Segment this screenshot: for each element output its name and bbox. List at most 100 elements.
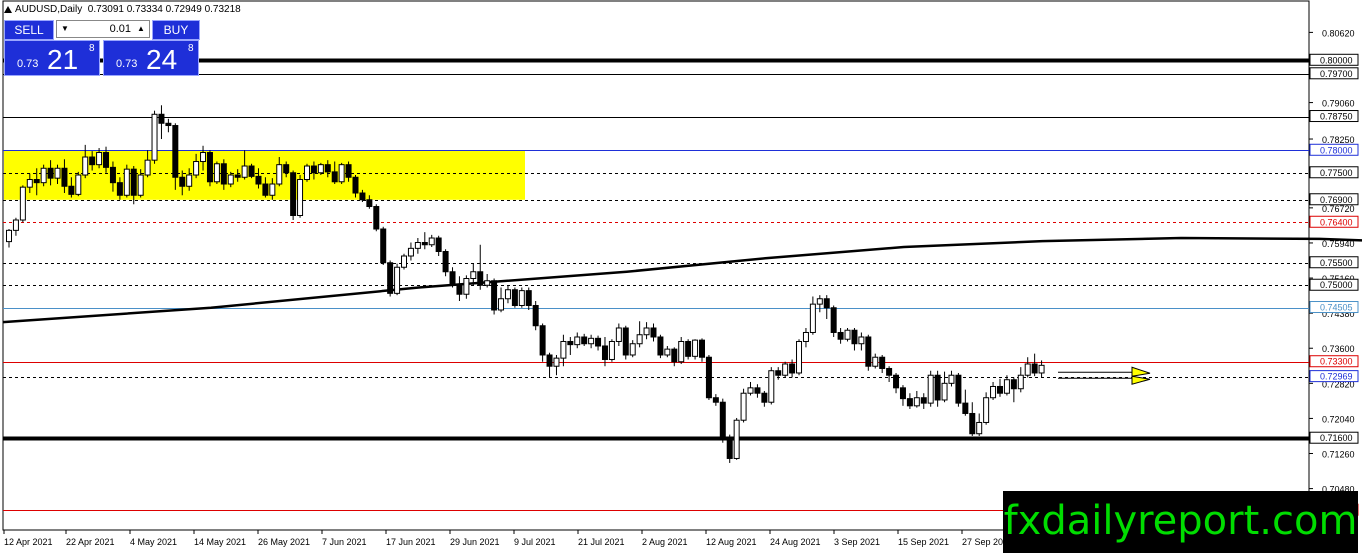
candle-body: [1031, 363, 1038, 374]
candle-body: [227, 174, 234, 185]
candle-body: [234, 174, 241, 178]
sell-button[interactable]: SELL: [4, 20, 54, 40]
candle-body: [996, 385, 1003, 394]
candle-body: [595, 337, 602, 347]
candle-body: [858, 336, 865, 345]
candle-body: [726, 437, 733, 459]
candle-body: [699, 339, 705, 358]
candle-body: [47, 167, 54, 179]
candle-body: [491, 280, 498, 311]
x-tick-label: 24 Aug 2021: [770, 537, 821, 547]
x-tick-label: 2 Aug 2021: [642, 537, 688, 547]
candle-body: [283, 164, 290, 174]
candle-body: [407, 247, 414, 257]
candle-body: [747, 387, 754, 394]
candle-body: [761, 392, 768, 403]
candle-body: [608, 340, 615, 360]
candle-body: [1003, 379, 1010, 394]
candle-body: [643, 327, 650, 336]
level-label: 0.78000: [1320, 145, 1353, 155]
sell-price-fraction: 8: [89, 43, 95, 54]
candle-body: [719, 401, 726, 439]
candle-body: [103, 152, 110, 168]
x-tick-label: 12 Aug 2021: [706, 537, 757, 547]
buy-price-box[interactable]: 0.73 24 8: [103, 40, 199, 76]
candle-body: [733, 419, 740, 459]
candle-body: [380, 228, 387, 264]
candle-body: [893, 374, 900, 389]
candle-body: [477, 271, 484, 286]
candle-body: [601, 345, 608, 360]
candle-body: [345, 164, 352, 178]
candle-body: [303, 165, 310, 181]
candle-body: [567, 340, 574, 346]
candle-body: [387, 262, 394, 294]
candle-body: [262, 183, 269, 196]
level-label: 0.76400: [1320, 217, 1353, 227]
candle-body: [969, 412, 976, 435]
candle-body: [685, 340, 692, 357]
plot-frame: [2, 0, 1310, 531]
lot-size-field[interactable]: ▼ 0.01 ▲: [56, 20, 150, 38]
y-tick-label: 0.78250: [1322, 135, 1355, 145]
x-tick-label: 21 Jul 2021: [578, 537, 625, 547]
candle-body: [976, 421, 983, 435]
candle-body: [394, 266, 401, 294]
y-tick-label: 0.75940: [1322, 239, 1355, 249]
candle-body: [983, 397, 990, 423]
x-tick-label: 4 May 2021: [130, 537, 177, 547]
lot-size-value[interactable]: 0.01: [73, 21, 133, 37]
candle-body: [165, 122, 172, 127]
price-chart[interactable]: 0.806200.790600.782500.767200.759400.751…: [0, 0, 1362, 553]
candle-body: [941, 382, 948, 401]
candle-body: [899, 387, 906, 400]
candle-body: [775, 370, 782, 376]
chart-area[interactable]: 0.806200.790600.782500.767200.759400.751…: [0, 0, 1362, 553]
chevron-up-icon[interactable]: ▲: [133, 21, 149, 37]
candle-body: [712, 397, 719, 403]
candle-body: [636, 334, 643, 345]
candle-body: [498, 298, 505, 311]
candle-body: [269, 183, 276, 196]
candle-body: [553, 357, 560, 367]
y-tick-label: 0.80620: [1322, 28, 1355, 38]
candle-body: [449, 271, 456, 285]
candle-body: [622, 327, 629, 356]
sell-price-pips: 21: [47, 44, 79, 75]
x-tick-label: 15 Sep 2021: [898, 537, 949, 547]
candle-body: [692, 339, 699, 357]
candle-body: [12, 219, 19, 231]
candle-body: [82, 156, 89, 176]
sell-price-prefix: 0.73: [17, 58, 39, 70]
chevron-down-icon[interactable]: ▼: [57, 21, 73, 37]
chart-title: AUDUSD,Daily 0.73091 0.73334 0.72949 0.7…: [4, 4, 241, 15]
candle-body: [248, 165, 255, 177]
candle-body: [317, 164, 324, 174]
x-tick-label: 29 Jun 2021: [450, 537, 500, 547]
x-tick-label: 17 Jun 2021: [386, 537, 436, 547]
candle-body: [796, 340, 803, 374]
candle-body: [421, 242, 428, 246]
x-tick-label: 22 Apr 2021: [66, 537, 115, 547]
one-click-trading-panel: SELL ▼ 0.01 ▲ BUY 0.73 21 8 0.73 24 8: [4, 20, 200, 76]
candle-body: [518, 290, 525, 306]
candle-body: [40, 167, 47, 184]
level-label: 0.74505: [1320, 303, 1353, 313]
sell-price-box[interactable]: 0.73 21 8: [4, 40, 100, 76]
x-tick-label: 7 Jun 2021: [322, 537, 367, 547]
candle-body: [560, 340, 567, 359]
candle-body: [213, 163, 220, 183]
buy-button[interactable]: BUY: [152, 20, 200, 40]
candle-body: [816, 298, 823, 305]
level-label: 0.76900: [1320, 195, 1353, 205]
x-tick-label: 12 Apr 2021: [4, 537, 53, 547]
triangle-icon: [4, 6, 12, 13]
candle-body: [574, 336, 581, 346]
candle-body: [504, 289, 511, 300]
candle-body: [186, 174, 193, 187]
candle-body: [68, 185, 75, 195]
buy-price-pips: 24: [146, 44, 178, 75]
candle-body: [75, 174, 82, 195]
candle-body: [54, 167, 61, 179]
candle-body: [255, 175, 262, 185]
